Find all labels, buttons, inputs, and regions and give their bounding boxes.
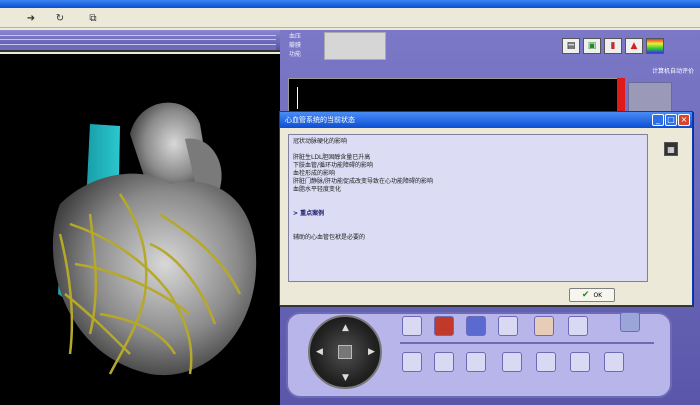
rotate-down-icon[interactable]: ▼ [342, 373, 349, 383]
panel-icon-toolbar: ▤ ▣ ▮ ▲ [562, 38, 664, 54]
copy-icon: ⧉ [89, 12, 97, 24]
panel-divider [400, 342, 654, 344]
tool-button[interactable] [498, 316, 518, 336]
rotate-left-icon[interactable]: ◀ [316, 347, 323, 357]
tool-button[interactable] [620, 312, 640, 332]
tool-button[interactable] [568, 316, 588, 336]
toolbar: ➜ ↻ ⧉ [0, 8, 700, 28]
tool-button[interactable] [502, 352, 522, 372]
dialog-line: 血栓形成的影响 [293, 170, 336, 177]
dialog-footer-text: 辅助的心血管包袱是必要的 [293, 234, 366, 241]
dialog-line: 肝脏门静脉/肝功能促成改变导致在心功能障碍的影响 [293, 178, 434, 185]
section-heading: > 重点案例 [293, 210, 325, 217]
heart-3d-viewport[interactable] [0, 54, 280, 405]
parameter-labels: 血压 瓣膜 功能 [289, 33, 302, 58]
document-icon[interactable]: ▤ [562, 38, 580, 54]
copy-button[interactable]: ⧉ [86, 11, 100, 25]
dialog-line: 血脂水平轻度变化 [293, 186, 342, 193]
app-window: ➜ ↻ ⧉ 血压 瓣膜 功能 ▤ ▣ ▮ ▲ 计算机自动评价 ▲ ▼ ◀ ▶ 心… [0, 0, 700, 405]
dialog-content: 冠状动脉硬化的影响 肝脏生LDL胆固醇含量已升高 下肢血管/循环功能障碍的影响 … [288, 134, 648, 282]
parameter-display [324, 32, 386, 60]
spectrum-icon[interactable] [646, 38, 664, 54]
dialog-line: 肝脏生LDL胆固醇含量已升高 [293, 154, 371, 161]
window-titlebar [0, 0, 700, 8]
tool-button[interactable] [570, 352, 590, 372]
panel-icon[interactable]: ▣ [583, 38, 601, 54]
refresh-button[interactable]: ↻ [53, 11, 67, 25]
checkmark-icon: ✔ [581, 290, 590, 300]
tool-button[interactable] [536, 352, 556, 372]
refresh-icon: ↻ [55, 12, 65, 24]
tool-button[interactable] [604, 352, 624, 372]
warning-icon[interactable]: ▲ [625, 38, 643, 54]
tool-button[interactable] [402, 352, 422, 372]
rotation-center-button[interactable] [338, 345, 352, 359]
forward-arrow-icon: ➜ [26, 12, 36, 24]
forward-button[interactable]: ➜ [24, 11, 38, 25]
minimize-button[interactable]: _ [652, 114, 664, 126]
tool-button[interactable] [402, 316, 422, 336]
dialog-line: 下肢血管/循环功能障碍的影响 [293, 162, 374, 169]
rotate-up-icon[interactable]: ▲ [342, 323, 349, 333]
cardiovascular-status-dialog: 心血管系统的当前状态 _ □ × 冠状动脉硬化的影响 肝脏生LDL胆固醇含量已升… [279, 111, 693, 306]
close-button[interactable]: × [678, 114, 690, 126]
ok-label: OK [593, 291, 603, 299]
tool-button[interactable] [434, 352, 454, 372]
dialog-titlebar: 心血管系统的当前状态 _ □ × [280, 112, 692, 128]
rotate-right-icon[interactable]: ▶ [368, 347, 375, 357]
rotation-dial[interactable]: ▲ ▼ ◀ ▶ [308, 315, 382, 389]
heart-model-icon [52, 102, 257, 376]
tool-button[interactable] [534, 316, 554, 336]
auto-eval-label: 计算机自动评价 [651, 68, 694, 75]
dialog-heading: 冠状动脉硬化的影响 [293, 138, 348, 145]
tool-button[interactable] [466, 352, 486, 372]
side-panel-icon[interactable]: ▦ [664, 142, 678, 156]
viewport-header-strip [0, 30, 280, 52]
chart-icon[interactable]: ▮ [604, 38, 622, 54]
tool-button[interactable] [434, 316, 454, 336]
tool-button[interactable] [466, 316, 486, 336]
dialog-title: 心血管系统的当前状态 [285, 116, 355, 124]
maximize-button[interactable]: □ [665, 114, 677, 126]
ok-button[interactable]: ✔ OK [569, 288, 615, 302]
